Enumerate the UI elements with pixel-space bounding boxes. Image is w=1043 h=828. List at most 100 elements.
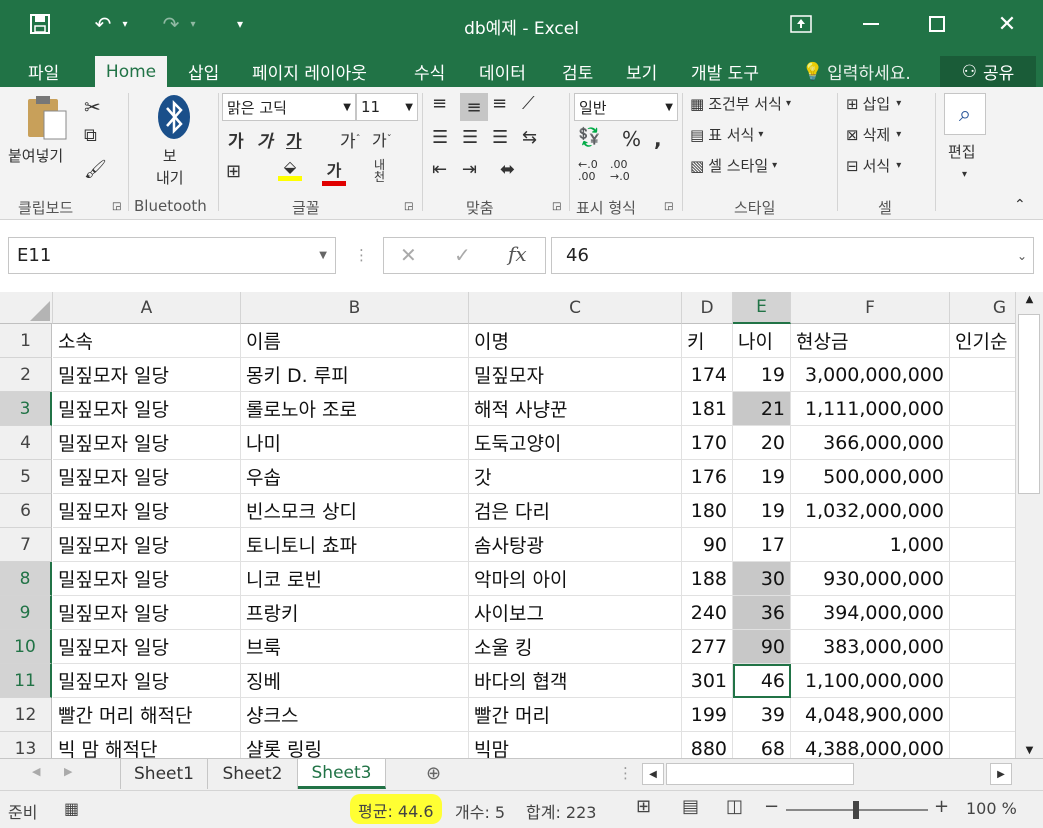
cell-d9[interactable]: 240	[682, 596, 733, 630]
cell-f10[interactable]: 383,000,000	[791, 630, 950, 664]
cell-f3[interactable]: 1,111,000,000	[791, 392, 950, 426]
cell-e13[interactable]: 68	[733, 732, 791, 758]
cell-g7[interactable]	[950, 528, 1015, 562]
align-top-icon[interactable]: ≡	[432, 93, 447, 114]
phonetic-icon[interactable]: 내천	[374, 159, 385, 183]
zoom-slider-thumb[interactable]	[853, 801, 859, 819]
cell-e1[interactable]: 나이	[733, 324, 791, 358]
underline-icon[interactable]: 가	[286, 127, 302, 152]
bluetooth-send-label[interactable]: 보 내기	[156, 145, 184, 189]
font-size-select[interactable]: 11 ▼	[356, 93, 418, 121]
row-header[interactable]: 7	[0, 528, 52, 562]
cell-d6[interactable]: 180	[682, 494, 733, 528]
cut-icon[interactable]: ✂	[84, 95, 101, 119]
cell-d5[interactable]: 176	[682, 460, 733, 494]
cell-a4[interactable]: 밀짚모자 일당	[53, 426, 241, 460]
cell-d4[interactable]: 170	[682, 426, 733, 460]
paste-icon[interactable]	[22, 95, 72, 141]
conditional-format-button[interactable]: ▦ 조건부 서식 ▾	[690, 93, 791, 114]
cell-g3[interactable]	[950, 392, 1015, 426]
scroll-up-icon[interactable]: ▲	[1016, 294, 1043, 305]
row-header[interactable]: 11	[0, 664, 52, 698]
percent-icon[interactable]: %	[622, 127, 641, 151]
clipboard-launcher-icon[interactable]: ◲	[112, 201, 121, 212]
row-header[interactable]: 4	[0, 426, 52, 460]
font-name-select[interactable]: 맑은 고딕 ▼	[222, 93, 356, 121]
cell-c6[interactable]: 검은 다리	[469, 494, 682, 528]
vertical-scrollbar[interactable]: ▲ ▼	[1015, 292, 1043, 758]
cell-a13[interactable]: 빅 맘 해적단	[53, 732, 241, 758]
cell-a6[interactable]: 밀짚모자 일당	[53, 494, 241, 528]
merge-center-icon[interactable]: ⬌	[500, 159, 515, 180]
cell-e7[interactable]: 17	[733, 528, 791, 562]
cell-b4[interactable]: 나미	[241, 426, 469, 460]
ribbon-display-icon[interactable]	[786, 10, 816, 38]
cell-c4[interactable]: 도둑고양이	[469, 426, 682, 460]
horizontal-scroll-thumb[interactable]	[666, 763, 854, 785]
cell-g13[interactable]	[950, 732, 1015, 758]
cell-g10[interactable]	[950, 630, 1015, 664]
cell-e2[interactable]: 19	[733, 358, 791, 392]
cell-d2[interactable]: 174	[682, 358, 733, 392]
cell-a11[interactable]: 밀짚모자 일당	[53, 664, 241, 698]
align-middle-icon[interactable]: ≡	[460, 93, 488, 121]
share-button[interactable]: ⚇ 공유	[940, 56, 1036, 87]
cell-d1[interactable]: 키	[682, 324, 733, 358]
chevron-down-icon[interactable]: ▾	[962, 169, 967, 180]
cell-f12[interactable]: 4,048,900,000	[791, 698, 950, 732]
column-header-f[interactable]: F	[791, 292, 950, 324]
tab-page-layout[interactable]: 페이지 레이아웃	[240, 56, 379, 87]
sum-status[interactable]: 합계: 223	[526, 799, 596, 823]
paste-label[interactable]: 붙여넣기	[8, 145, 63, 166]
cell-e12[interactable]: 39	[733, 698, 791, 732]
cell-e9[interactable]: 36	[733, 596, 791, 630]
cell-b10[interactable]: 브룩	[241, 630, 469, 664]
row-header[interactable]: 9	[0, 596, 52, 630]
page-layout-view-icon[interactable]: ▤	[682, 796, 699, 817]
cell-g5[interactable]	[950, 460, 1015, 494]
cell-f6[interactable]: 1,032,000,000	[791, 494, 950, 528]
increase-indent-icon[interactable]: ⇥	[462, 159, 477, 180]
worksheet-grid[interactable]: A B C D E F G 1 소속 이름 이명 키 나이 현상금 인기순 2 밀짚모자 일당 몽키…	[0, 292, 1015, 758]
cell-e6[interactable]: 19	[733, 494, 791, 528]
orientation-icon[interactable]: ⟋	[522, 93, 535, 114]
tab-data[interactable]: 데이터	[467, 56, 538, 87]
zoom-in-icon[interactable]: +	[934, 796, 949, 817]
cell-g9[interactable]	[950, 596, 1015, 630]
shrink-font-icon[interactable]: 가ˇ	[372, 127, 392, 151]
table-format-button[interactable]: ▤ 표 서식 ▾	[690, 124, 763, 145]
close-icon[interactable]: ✕	[992, 10, 1022, 38]
cell-c5[interactable]: 갓	[469, 460, 682, 494]
cell-f7[interactable]: 1,000	[791, 528, 950, 562]
cell-f11[interactable]: 1,100,000,000	[791, 664, 950, 698]
currency-icon[interactable]: 💱	[578, 127, 600, 148]
cell-c10[interactable]: 소울 킹	[469, 630, 682, 664]
align-center-icon[interactable]: ☰	[462, 127, 478, 148]
editing-button[interactable]: 편집	[948, 141, 976, 162]
scroll-thumb[interactable]	[1018, 314, 1040, 494]
scroll-down-icon[interactable]: ▼	[1016, 745, 1043, 756]
add-sheet-icon[interactable]: ⊕	[426, 763, 441, 784]
cell-c1[interactable]: 이명	[469, 324, 682, 358]
name-box[interactable]: E11 ▼	[8, 237, 336, 274]
cell-a9[interactable]: 밀짚모자 일당	[53, 596, 241, 630]
column-header-c[interactable]: C	[469, 292, 682, 324]
zoom-out-icon[interactable]: −	[764, 796, 779, 817]
cell-f9[interactable]: 394,000,000	[791, 596, 950, 630]
cell-g12[interactable]	[950, 698, 1015, 732]
cell-c13[interactable]: 빅맘	[469, 732, 682, 758]
insert-cells-button[interactable]: ⊞ 삽입 ▾	[846, 93, 901, 114]
align-right-icon[interactable]: ☰	[492, 127, 508, 148]
row-header[interactable]: 8	[0, 562, 52, 596]
cell-f4[interactable]: 366,000,000	[791, 426, 950, 460]
tab-file[interactable]: 파일	[16, 56, 71, 87]
italic-icon[interactable]: 가	[257, 127, 273, 152]
column-header-b[interactable]: B	[241, 292, 469, 324]
scroll-right-icon[interactable]: ▶	[990, 763, 1012, 785]
number-format-select[interactable]: 일반 ▼	[574, 93, 678, 121]
grow-font-icon[interactable]: 가ˆ	[340, 127, 361, 152]
tab-formulas[interactable]: 수식	[402, 56, 457, 87]
cell-e11[interactable]: 46	[733, 664, 791, 698]
cell-d10[interactable]: 277	[682, 630, 733, 664]
minimize-icon[interactable]	[856, 10, 886, 38]
